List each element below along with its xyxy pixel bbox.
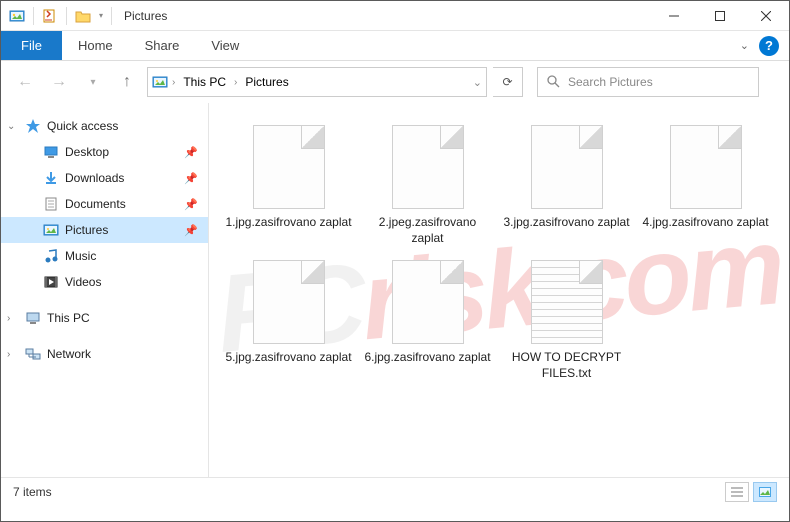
network-icon (25, 346, 41, 362)
expand-ribbon-icon[interactable]: ⌄ (740, 39, 749, 52)
up-button[interactable]: ↑ (113, 68, 141, 96)
details-view-button[interactable] (725, 482, 749, 502)
file-thumbnail-icon (392, 125, 464, 209)
file-item[interactable]: HOW TO DECRYPT FILES.txt (499, 256, 634, 385)
star-icon (25, 118, 41, 134)
file-thumbnail-icon (392, 260, 464, 344)
address-bar[interactable]: › This PC › Pictures ⌄ (147, 67, 487, 97)
file-item[interactable]: 1.jpg.zasifrovano zaplat (221, 121, 356, 250)
file-item[interactable]: 6.jpg.zasifrovano zaplat (360, 256, 495, 385)
file-thumbnail-icon (670, 125, 742, 209)
sidebar-item-pictures[interactable]: Pictures 📌 (1, 217, 208, 243)
sidebar-item-downloads[interactable]: Downloads 📌 (1, 165, 208, 191)
status-bar: 7 items (1, 477, 789, 505)
help-icon[interactable]: ? (759, 36, 779, 56)
file-thumbnail-icon (253, 125, 325, 209)
file-name: 1.jpg.zasifrovano zaplat (225, 215, 351, 231)
separator (66, 7, 67, 25)
qat-dropdown-icon[interactable]: ▾ (99, 11, 103, 20)
sidebar-item-label: Downloads (65, 171, 124, 185)
window-title: Pictures (124, 9, 167, 23)
desktop-icon (43, 144, 59, 160)
sidebar-item-label: Desktop (65, 145, 109, 159)
file-item[interactable]: 3.jpg.zasifrovano zaplat (499, 121, 634, 250)
file-grid: PCrisk.com 1.jpg.zasifrovano zaplat2.jpe… (209, 103, 789, 477)
sidebar-network[interactable]: › Network (1, 341, 208, 367)
sidebar: ⌄ Quick access Desktop📌Downloads📌Documen… (1, 103, 209, 477)
computer-icon (25, 310, 41, 326)
sidebar-label: This PC (47, 311, 90, 325)
sidebar-item-videos[interactable]: Videos (1, 269, 208, 295)
documents-icon (43, 196, 59, 212)
close-button[interactable] (743, 1, 789, 30)
videos-icon (43, 274, 59, 290)
thumbnails-view-button[interactable] (753, 482, 777, 502)
sidebar-quickaccess[interactable]: ⌄ Quick access (1, 113, 208, 139)
chevron-down-icon[interactable]: ⌄ (473, 76, 482, 89)
properties-icon[interactable] (42, 8, 58, 24)
file-thumbnail-icon (531, 260, 603, 344)
folder-icon[interactable] (75, 8, 91, 24)
breadcrumb-label: This PC (183, 75, 226, 89)
sidebar-item-label: Documents (65, 197, 126, 211)
breadcrumb-thispc[interactable]: This PC (179, 75, 230, 89)
title-bar: ▾ Pictures (1, 1, 789, 31)
file-item[interactable]: 4.jpg.zasifrovano zaplat (638, 121, 773, 250)
sidebar-item-desktop[interactable]: Desktop 📌 (1, 139, 208, 165)
sidebar-item-label: Music (65, 249, 96, 263)
file-tab[interactable]: File (1, 31, 62, 60)
search-icon (546, 74, 560, 91)
chevron-right-icon[interactable]: › (7, 313, 19, 324)
file-thumbnail-icon (253, 260, 325, 344)
sidebar-label: Quick access (47, 119, 118, 133)
pictures-icon (43, 222, 59, 238)
file-item[interactable]: 2.jpeg.zasifrovano zaplat (360, 121, 495, 250)
sidebar-item-label: Pictures (65, 223, 108, 237)
minimize-button[interactable] (651, 1, 697, 30)
ribbon: File Home Share View ⌄ ? (1, 31, 789, 61)
folder-pictures-icon (152, 74, 168, 90)
file-item[interactable]: 5.jpg.zasifrovano zaplat (221, 256, 356, 385)
file-thumbnail-icon (531, 125, 603, 209)
sidebar-item-label: Videos (65, 275, 101, 289)
file-name: HOW TO DECRYPT FILES.txt (503, 350, 630, 381)
breadcrumb-pictures[interactable]: Pictures (241, 75, 292, 89)
folder-pictures-icon (9, 8, 25, 24)
home-tab[interactable]: Home (62, 31, 129, 60)
search-input[interactable]: Search Pictures (537, 67, 759, 97)
view-tab[interactable]: View (195, 31, 255, 60)
chevron-right-icon[interactable]: › (234, 77, 237, 88)
file-name: 2.jpeg.zasifrovano zaplat (364, 215, 491, 246)
share-tab[interactable]: Share (129, 31, 196, 60)
search-placeholder: Search Pictures (568, 75, 653, 89)
sidebar-thispc[interactable]: › This PC (1, 305, 208, 331)
sidebar-label: Network (47, 347, 91, 361)
status-count: 7 items (13, 485, 52, 499)
downloads-icon (43, 170, 59, 186)
sidebar-item-documents[interactable]: Documents 📌 (1, 191, 208, 217)
back-button[interactable]: ← (11, 68, 39, 96)
sidebar-item-music[interactable]: Music (1, 243, 208, 269)
pin-icon: 📌 (184, 172, 198, 185)
chevron-down-icon[interactable]: ⌄ (7, 121, 19, 132)
file-name: 6.jpg.zasifrovano zaplat (364, 350, 490, 366)
pin-icon: 📌 (184, 198, 198, 211)
chevron-right-icon[interactable]: › (7, 349, 19, 360)
chevron-right-icon[interactable]: › (172, 77, 175, 88)
maximize-button[interactable] (697, 1, 743, 30)
music-icon (43, 248, 59, 264)
pin-icon: 📌 (184, 224, 198, 237)
pin-icon: 📌 (184, 146, 198, 159)
file-name: 3.jpg.zasifrovano zaplat (503, 215, 629, 231)
nav-bar: ← → ▾ ↑ › This PC › Pictures ⌄ ⟳ Search … (1, 61, 789, 103)
refresh-button[interactable]: ⟳ (493, 67, 523, 97)
file-name: 4.jpg.zasifrovano zaplat (642, 215, 768, 231)
separator (111, 7, 112, 25)
forward-button[interactable]: → (45, 68, 73, 96)
recent-locations-icon[interactable]: ▾ (79, 68, 107, 96)
separator (33, 7, 34, 25)
breadcrumb-label: Pictures (245, 75, 288, 89)
file-name: 5.jpg.zasifrovano zaplat (225, 350, 351, 366)
